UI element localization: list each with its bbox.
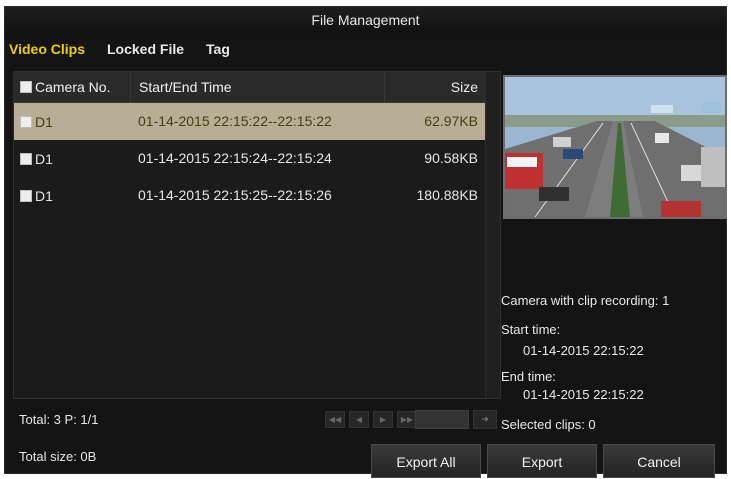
- row-checkbox[interactable]: [20, 115, 32, 128]
- first-page-icon[interactable]: ◀◀: [325, 411, 345, 428]
- header-camera-label: Camera No.: [35, 79, 111, 95]
- select-all-checkbox[interactable]: [20, 81, 32, 93]
- go-page-icon[interactable]: ➜: [473, 410, 497, 429]
- total-count-text: Total: 3 P: 1/1: [19, 411, 99, 427]
- export-all-button[interactable]: Export All: [371, 444, 481, 478]
- total-size-text: Total size: 0B: [19, 449, 97, 464]
- file-management-window: File Management Video Clips Locked File …: [4, 6, 727, 478]
- export-button[interactable]: Export: [487, 444, 597, 478]
- table-row[interactable]: D1 01-14-2015 22:15:24--22:15:24 90.58KB: [14, 140, 500, 177]
- row-time: 01-14-2015 22:15:22--22:15:22: [138, 113, 332, 129]
- camera-with-clip-text: Camera with clip recording: 1: [501, 293, 670, 308]
- header-camera-cell: Camera No.: [14, 79, 130, 95]
- start-time-value: 01-14-2015 22:15:22: [523, 343, 644, 358]
- row-camera: D1: [35, 150, 53, 167]
- prev-page-icon[interactable]: ◀: [349, 411, 369, 428]
- list-status-bar: Total: 3 P: 1/1 ◀◀ ◀ ▶ ▶▶ ➜: [13, 407, 501, 431]
- start-time-label: Start time:: [501, 322, 561, 337]
- pager-controls: ◀◀ ◀ ▶ ▶▶: [325, 411, 417, 428]
- clip-preview-image: [503, 75, 727, 219]
- header-time-label: Start/End Time: [130, 72, 384, 102]
- header-size-label: Size: [384, 72, 484, 102]
- row-camera-cell: D1: [14, 188, 130, 204]
- row-checkbox[interactable]: [20, 189, 32, 202]
- table-row[interactable]: D1 01-14-2015 22:15:25--22:15:26 180.88K…: [14, 177, 500, 214]
- tab-video-clips[interactable]: Video Clips: [9, 39, 85, 63]
- row-time: 01-14-2015 22:15:24--22:15:24: [138, 150, 332, 166]
- clip-list-panel: Camera No. Start/End Time Size D1 01-14-…: [13, 71, 501, 399]
- row-time: 01-14-2015 22:15:25--22:15:26: [138, 187, 332, 203]
- last-page-icon[interactable]: ▶▶: [397, 411, 417, 428]
- row-size: 180.88KB: [416, 187, 479, 203]
- cancel-button[interactable]: Cancel: [603, 444, 715, 478]
- table-header: Camera No. Start/End Time Size: [14, 72, 500, 103]
- page-number-input[interactable]: [415, 410, 469, 429]
- end-time-label: End time:: [501, 369, 556, 384]
- row-camera: D1: [35, 113, 53, 130]
- tab-locked-file[interactable]: Locked File: [107, 39, 184, 63]
- row-camera: D1: [35, 187, 53, 204]
- row-size: 62.97KB: [424, 113, 478, 129]
- row-checkbox[interactable]: [20, 152, 32, 165]
- table-row[interactable]: D1 01-14-2015 22:15:22--22:15:22 62.97KB: [14, 103, 500, 140]
- row-size: 90.58KB: [424, 150, 478, 166]
- window-title: File Management: [5, 7, 726, 33]
- highway-preview-picture: [505, 77, 725, 217]
- row-camera-cell: D1: [14, 114, 130, 130]
- end-time-value: 01-14-2015 22:15:22: [523, 387, 644, 402]
- row-camera-cell: D1: [14, 151, 130, 167]
- tab-tag[interactable]: Tag: [206, 39, 230, 63]
- next-page-icon[interactable]: ▶: [373, 411, 393, 428]
- list-scrollbar[interactable]: [485, 72, 500, 398]
- selected-clips-text: Selected clips: 0: [501, 417, 596, 432]
- tab-bar: Video Clips Locked File Tag: [9, 39, 230, 63]
